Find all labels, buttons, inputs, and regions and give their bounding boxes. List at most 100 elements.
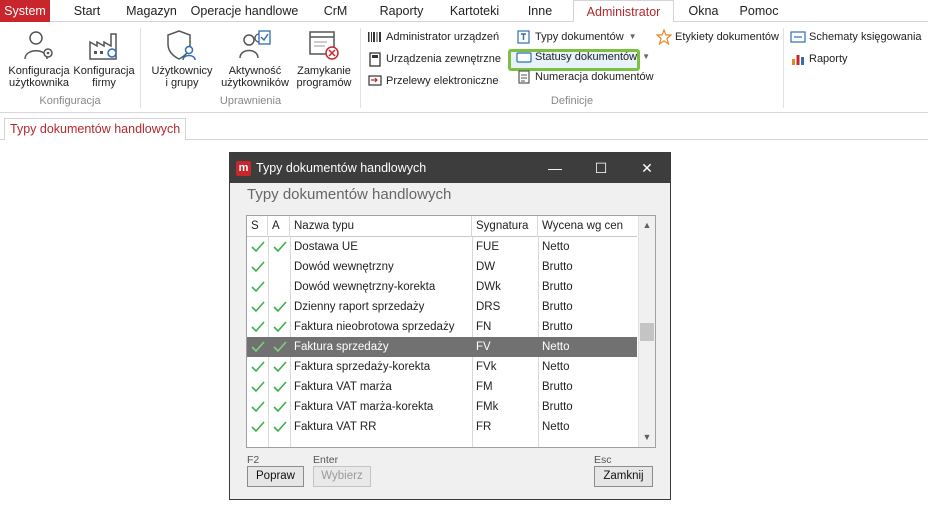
- dialog-title: Typy dokumentów handlowych: [256, 161, 427, 175]
- table-row[interactable]: Dostawa UE FUE Netto: [247, 237, 637, 257]
- firm-config-label: Konfiguracja firmy: [73, 65, 135, 89]
- accounting-schemes-button[interactable]: Schematy księgowania: [790, 28, 922, 46]
- doc-types-label: Typy dokumentów: [535, 31, 624, 43]
- doc-statuses-button[interactable]: Statusy dokumentów ▼: [516, 48, 650, 66]
- table-row[interactable]: Faktura VAT marża-korekta FMk Brutto: [247, 397, 637, 417]
- cell-signature: FR: [476, 421, 492, 433]
- scroll-down-icon[interactable]: ▼: [639, 429, 655, 446]
- scroll-up-icon[interactable]: ▲: [639, 217, 655, 234]
- column-header-signature[interactable]: Sygnatura: [472, 216, 538, 237]
- cell-valuation: Netto: [542, 241, 570, 253]
- vertical-scrollbar[interactable]: ▲ ▼: [638, 216, 655, 447]
- table-row[interactable]: Faktura sprzedaży-korekta FVk Netto: [247, 357, 637, 377]
- cell-signature: DW: [476, 261, 496, 273]
- column-header-valuation[interactable]: Wycena wg cen: [538, 216, 637, 237]
- doc-statuses-label: Statusy dokumentów: [535, 51, 638, 63]
- dialog-titlebar[interactable]: m Typy dokumentów handlowych — ☐ ✕: [230, 153, 670, 183]
- minimize-button[interactable]: —: [532, 153, 578, 183]
- check-icon: [273, 421, 287, 433]
- device-admin-button[interactable]: Administrator urządzeń: [367, 28, 499, 46]
- check-icon: [273, 321, 287, 333]
- maximize-icon: ☐: [594, 160, 608, 176]
- menu-crm[interactable]: CrM: [310, 0, 361, 22]
- doc-labels-button[interactable]: Etykiety dokumentów: [656, 28, 779, 46]
- menu-inne[interactable]: Inne: [507, 0, 573, 22]
- select-key-hint: Enter: [313, 454, 339, 466]
- shield-user-icon: [167, 30, 196, 61]
- check-icon: [273, 381, 287, 393]
- check-icon: [251, 321, 265, 333]
- external-devices-button[interactable]: Urządzenia zewnętrzne: [367, 50, 501, 68]
- e-transfers-button[interactable]: Przelewy elektroniczne: [367, 72, 499, 90]
- cell-name: Dowód wewnętrzny-korekta: [294, 281, 436, 293]
- doc-types-button[interactable]: Typy dokumentów ▼: [516, 28, 637, 46]
- menu-kartoteki[interactable]: Kartoteki: [442, 0, 507, 22]
- group-label-definicje: Definicje: [550, 95, 594, 107]
- device-icon: [369, 52, 381, 67]
- table-row[interactable]: Dowód wewnętrzny DW Brutto: [247, 257, 637, 277]
- table-row[interactable]: Faktura VAT marża FM Brutto: [247, 377, 637, 397]
- users-check-icon: [239, 30, 271, 59]
- check-icon: [251, 381, 265, 393]
- cell-valuation: Brutto: [542, 301, 573, 313]
- check-icon: [251, 261, 265, 273]
- factory-gear-icon: [89, 33, 117, 60]
- close-programs-button[interactable]: Zamykanie programów: [293, 28, 355, 89]
- cell-valuation: Brutto: [542, 381, 573, 393]
- table-row[interactable]: Faktura nieobrotowa sprzedaży FN Brutto: [247, 317, 637, 337]
- reports-button[interactable]: Raporty: [790, 50, 848, 68]
- select-button[interactable]: Wybierz: [313, 466, 371, 487]
- menu-administrator[interactable]: Administrator: [573, 0, 674, 23]
- check-icon: [251, 241, 265, 253]
- cell-name: Faktura sprzedaży: [294, 341, 389, 353]
- menu-bar: System Start Magazyn Operacje handlowe C…: [0, 0, 928, 23]
- column-header-name[interactable]: Nazwa typu: [290, 216, 472, 237]
- close-window-button[interactable]: ✕: [624, 153, 670, 183]
- user-config-button[interactable]: Konfiguracja użytkownika: [4, 28, 74, 89]
- ribbon: Konfiguracja użytkownika Konfiguracja fi…: [0, 22, 928, 113]
- cell-name: Dowód wewnętrzny: [294, 261, 394, 273]
- ribbon-separator: [140, 28, 141, 108]
- doc-numbering-button[interactable]: Numeracja dokumentów: [516, 68, 654, 86]
- table-row[interactable]: Faktura sprzedaży FV Netto: [247, 337, 637, 357]
- table-row[interactable]: Dowód wewnętrzny-korekta DWk Brutto: [247, 277, 637, 297]
- users-groups-button[interactable]: Użytkownicy i grupy: [146, 28, 218, 89]
- cell-signature: DRS: [476, 301, 501, 313]
- cell-valuation: Brutto: [542, 321, 573, 333]
- cell-valuation: Netto: [542, 361, 570, 373]
- cell-name: Faktura sprzedaży-korekta: [294, 361, 431, 373]
- menu-magazyn[interactable]: Magazyn: [124, 0, 179, 22]
- cell-name: Faktura VAT RR: [294, 421, 377, 433]
- doc-types-dialog: m Typy dokumentów handlowych — ☐ ✕ Typy …: [229, 152, 671, 500]
- doc-types-grid[interactable]: S A Nazwa typu Sygnatura Wycena wg cen D…: [246, 215, 656, 448]
- menu-raporty[interactable]: Raporty: [361, 0, 442, 22]
- window-close-icon: [309, 31, 339, 60]
- maximize-button[interactable]: ☐: [578, 153, 624, 183]
- cell-signature: FUE: [476, 241, 499, 253]
- menu-operacje-handlowe[interactable]: Operacje handlowe: [179, 0, 310, 22]
- close-icon: ✕: [641, 160, 653, 176]
- column-header-s[interactable]: S: [247, 216, 268, 237]
- scroll-thumb[interactable]: [640, 323, 654, 341]
- user-gear-icon: [24, 31, 53, 60]
- tab-typy-dokumentow-handlowych[interactable]: Typy dokumentów handlowych: [4, 118, 187, 140]
- column-header-a[interactable]: A: [268, 216, 290, 237]
- firm-config-button[interactable]: Konfiguracja firmy: [72, 28, 136, 89]
- user-activity-label: Aktywność użytkowników: [221, 65, 289, 89]
- table-row[interactable]: Faktura VAT RR FR Netto: [247, 417, 637, 437]
- close-button[interactable]: Zamknij: [594, 466, 653, 487]
- table-row[interactable]: Dzienny raport sprzedaży DRS Brutto: [247, 297, 637, 317]
- menu-okna[interactable]: Okna: [674, 0, 733, 22]
- ribbon-separator: [783, 28, 784, 108]
- cell-name: Faktura VAT marża: [294, 381, 392, 393]
- menu-system[interactable]: System: [0, 0, 50, 22]
- e-transfers-label: Przelewy elektroniczne: [386, 75, 499, 87]
- check-icon: [273, 361, 287, 373]
- menu-start[interactable]: Start: [50, 0, 124, 22]
- menu-pomoc[interactable]: Pomoc: [733, 0, 785, 22]
- app-logo-icon: m: [236, 161, 251, 176]
- user-activity-button[interactable]: Aktywność użytkowników: [218, 28, 292, 89]
- minimize-icon: —: [548, 160, 562, 176]
- barcode-icon: [368, 32, 381, 42]
- edit-button[interactable]: Popraw: [247, 466, 304, 487]
